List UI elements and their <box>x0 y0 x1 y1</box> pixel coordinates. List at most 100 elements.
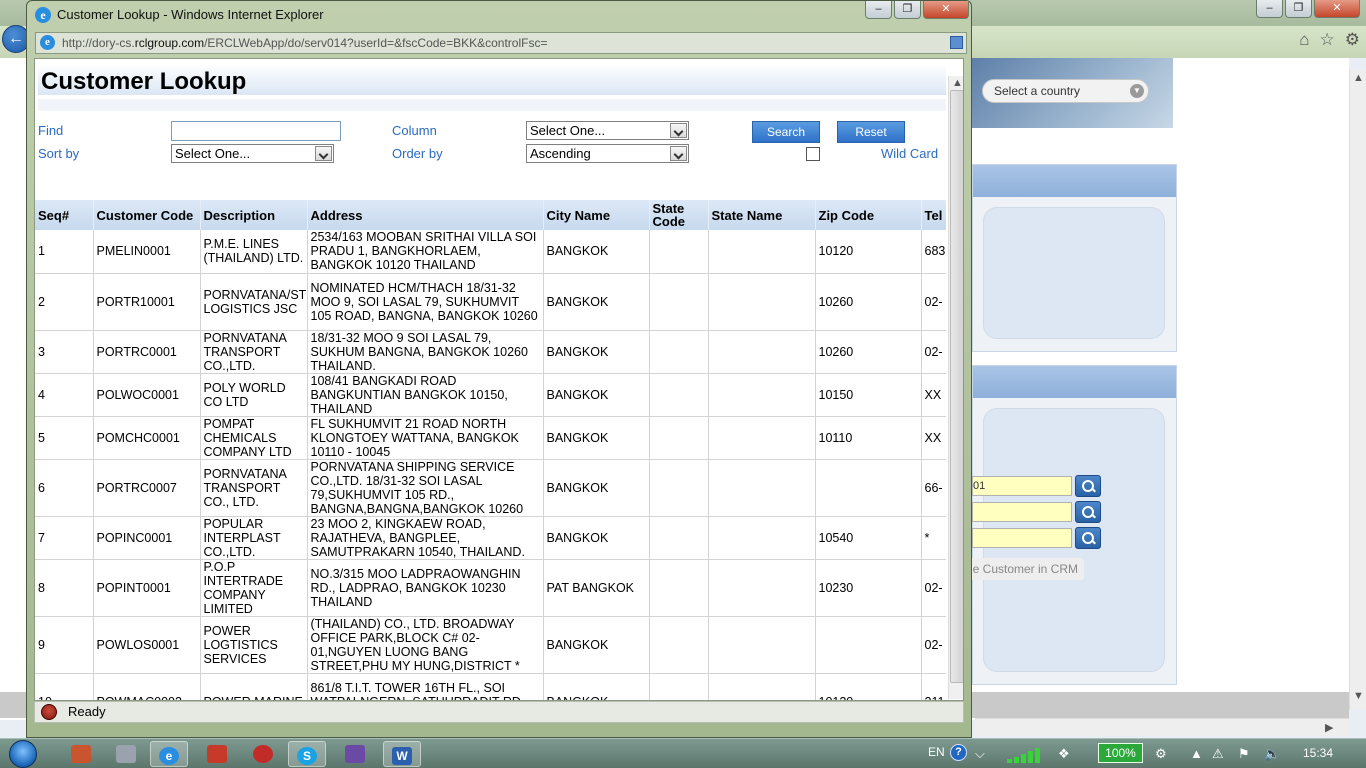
help-icon[interactable]: ? <box>950 744 967 761</box>
cell-text: 10120 <box>819 695 854 701</box>
scroll-up-icon[interactable]: ▲ <box>952 77 963 89</box>
wireless-icon[interactable]: ❖ <box>1058 746 1070 762</box>
minimize-icon[interactable]: – <box>1256 0 1283 18</box>
table-cell: 10120 <box>815 230 922 274</box>
maximize-icon[interactable]: ❐ <box>1285 0 1312 18</box>
network-signal-icon[interactable] <box>1007 747 1049 763</box>
column-header[interactable]: Description <box>200 200 308 230</box>
taskbar-app-generic-2[interactable] <box>336 741 374 767</box>
column-header[interactable]: City Name <box>543 200 650 230</box>
close-icon[interactable]: ✕ <box>1314 0 1360 18</box>
cell-text: 683 <box>924 244 946 259</box>
taskbar-app-ie[interactable]: e <box>150 741 188 767</box>
column-select[interactable]: Select One... <box>526 121 689 140</box>
sortby-select[interactable]: Select One... <box>171 144 334 163</box>
table-row[interactable]: 9 POWLOS0001 POWER LOGTISTICS SERVICES (THA… <box>35 616 946 674</box>
column-header[interactable]: Customer Code <box>93 200 201 230</box>
cell-text: POWER MARINE <box>204 695 307 701</box>
favorites-star-icon[interactable]: ☆ <box>1320 30 1335 50</box>
table-row[interactable]: 2 PORTR10001 PORNVATANA/ST LOGISTICS JSC NO… <box>35 273 946 331</box>
country-select[interactable]: Select a country ▼ <box>982 79 1149 103</box>
table-cell: POLY WORLD CO LTD <box>200 373 308 417</box>
country-select-label: Select a country <box>994 84 1081 98</box>
table-cell: BANGKOK <box>543 416 650 460</box>
table-row[interactable]: 7 POPINC0001 POPULAR INTERPLAST CO.,LTD. 23… <box>35 516 946 560</box>
table-cell: POWER LOGTISTICS SERVICES <box>200 616 308 674</box>
maximize-icon[interactable]: ❐ <box>894 1 921 19</box>
table-cell <box>708 616 816 674</box>
taskbar-app-generic[interactable] <box>62 741 100 767</box>
table-cell: BANGKOK <box>543 330 650 374</box>
cell-text: 211 <box>925 695 945 701</box>
column-header[interactable]: Tel <box>921 200 946 230</box>
tools-gear-icon[interactable]: ⚙ <box>1345 30 1360 50</box>
url-prefix: http://dory-cs. <box>62 36 135 50</box>
reset-button[interactable]: Reset <box>837 121 905 143</box>
cell-text: 8 <box>38 580 45 595</box>
table-cell <box>815 459 922 517</box>
table-cell: PMELIN0001 <box>93 230 201 274</box>
table-cell: BANGKOK <box>543 673 650 700</box>
find-input[interactable] <box>171 121 341 141</box>
table-row[interactable]: 4 POLWOC0001 POLY WORLD CO LTD 108/41 BANGK… <box>35 373 946 417</box>
table-row[interactable]: 1 PMELIN0001 P.M.E. LINES (THAILAND) LTD. 2… <box>35 230 946 274</box>
volume-icon[interactable]: 🔈 <box>1264 746 1280 762</box>
taskbar-app-pdf[interactable] <box>198 741 236 767</box>
scroll-thumb[interactable] <box>950 90 963 683</box>
crm-field-1[interactable]: 01 <box>972 476 1072 496</box>
cell-text: 3 <box>38 344 45 359</box>
minimize-icon[interactable]: – <box>865 1 892 19</box>
table-cell <box>708 230 816 274</box>
table-row[interactable]: 6 PORTRC0007 PORNVATANA TRANSPORT CO., LTD… <box>35 459 946 517</box>
close-icon[interactable]: ✕ <box>923 1 969 19</box>
column-header[interactable]: Zip Code <box>815 200 922 230</box>
language-indicator[interactable]: EN <box>928 745 945 759</box>
popup-vertical-scrollbar[interactable]: ▲ <box>948 76 963 699</box>
crm-field-3[interactable] <box>972 528 1072 548</box>
taskbar-app-skype[interactable]: S <box>288 741 326 767</box>
crm-field-2[interactable] <box>972 502 1072 522</box>
table-row[interactable]: 8 POPINT0001 P.O.P INTERTRADE COMPANY LIMI… <box>35 559 946 617</box>
status-text: Ready <box>68 704 106 719</box>
battery-indicator[interactable]: 100% <box>1098 743 1143 763</box>
column-header[interactable]: Seq# <box>35 200 94 230</box>
orderby-select[interactable]: Ascending <box>526 144 689 163</box>
background-vertical-scrollbar[interactable]: ▲ ▼ <box>1349 70 1366 710</box>
cell-text: 861/8 T.I.T. TOWER 16TH FL., SOI WATPAI-… <box>310 680 528 701</box>
scroll-up-icon[interactable]: ▲ <box>1353 72 1364 84</box>
column-header[interactable]: State Code <box>649 200 709 230</box>
popup-caption-buttons: – ❐ ✕ <box>865 1 969 19</box>
address-bar[interactable]: e http://dory-cs.rclgroup.com/ERCLWebApp… <box>35 32 967 54</box>
show-hidden-icons-icon[interactable]: ▲ <box>1190 746 1203 761</box>
crm-customer-link[interactable]: e Customer in CRM <box>968 558 1084 580</box>
start-button[interactable] <box>9 740 37 768</box>
scroll-right-icon[interactable]: ▶ <box>1325 721 1333 734</box>
table-cell: P.O.P INTERTRADE COMPANY LIMITED <box>200 559 308 617</box>
taskbar-app-word[interactable]: W <box>383 741 421 767</box>
table-row[interactable]: 3 PORTRC0001 PORNVATANA TRANSPORT CO.,LTD.… <box>35 330 946 374</box>
taskbar-app-lotus[interactable] <box>244 741 282 767</box>
home-icon[interactable]: ⌂ <box>1299 30 1309 50</box>
taskbar-app-calculator[interactable] <box>107 741 145 767</box>
search-button[interactable]: Search <box>752 121 820 143</box>
compatibility-view-icon[interactable] <box>950 36 963 49</box>
language-bar-options-icon[interactable]: ⌵ <box>975 746 985 762</box>
cell-text: 4 <box>38 387 45 402</box>
search-icon[interactable] <box>1075 527 1101 549</box>
clock[interactable]: 15:34 <box>1303 746 1333 760</box>
search-icon[interactable] <box>1075 501 1101 523</box>
search-icon[interactable] <box>1075 475 1101 497</box>
url-path: /ERCLWebApp/do/serv014?userId=&fscCode=B… <box>204 36 548 50</box>
table-row[interactable]: 5 POMCHC0001 POMPAT CHEMICALS COMPANY LTD F… <box>35 416 946 460</box>
scroll-down-icon[interactable]: ▼ <box>1353 690 1364 702</box>
background-horizontal-scrollbar[interactable]: ▶ <box>975 718 1349 736</box>
column-header[interactable]: State Name <box>708 200 816 230</box>
action-center-flag-icon[interactable]: ⚑ <box>1238 746 1250 762</box>
update-shield-icon[interactable]: ⚠ <box>1212 746 1224 762</box>
power-plug-icon[interactable]: ⚙ <box>1155 746 1167 762</box>
column-header[interactable]: Address <box>307 200 544 230</box>
table-row[interactable]: 10 POWMAC0002 POWER MARINE861/8 T.I.T. TOW… <box>35 673 946 700</box>
sortby-select-value: Select One... <box>175 146 251 161</box>
cell-text: (THAILAND) CO., LTD. BROADWAY OFFICE PAR… <box>310 616 520 673</box>
wildcard-checkbox[interactable] <box>806 147 820 161</box>
